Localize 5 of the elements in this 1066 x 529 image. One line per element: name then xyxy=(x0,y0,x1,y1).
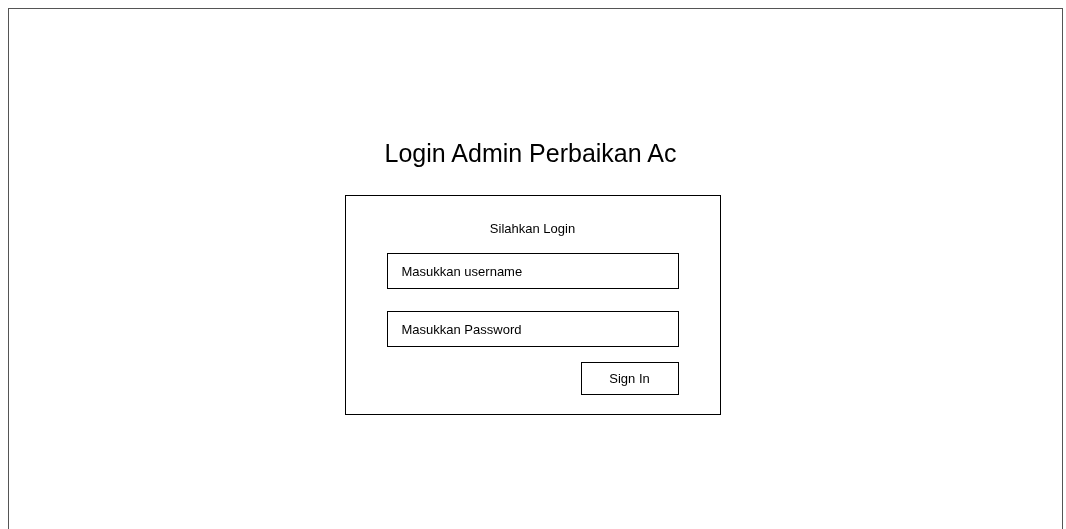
sign-in-button[interactable]: Sign In xyxy=(580,362,679,395)
username-field[interactable]: Masukkan username xyxy=(386,253,679,289)
password-field[interactable]: Masukkan Password xyxy=(386,311,679,347)
page-title: Login Admin Perbaikan Ac xyxy=(384,138,677,169)
card-heading: Silahkan Login xyxy=(489,220,576,238)
